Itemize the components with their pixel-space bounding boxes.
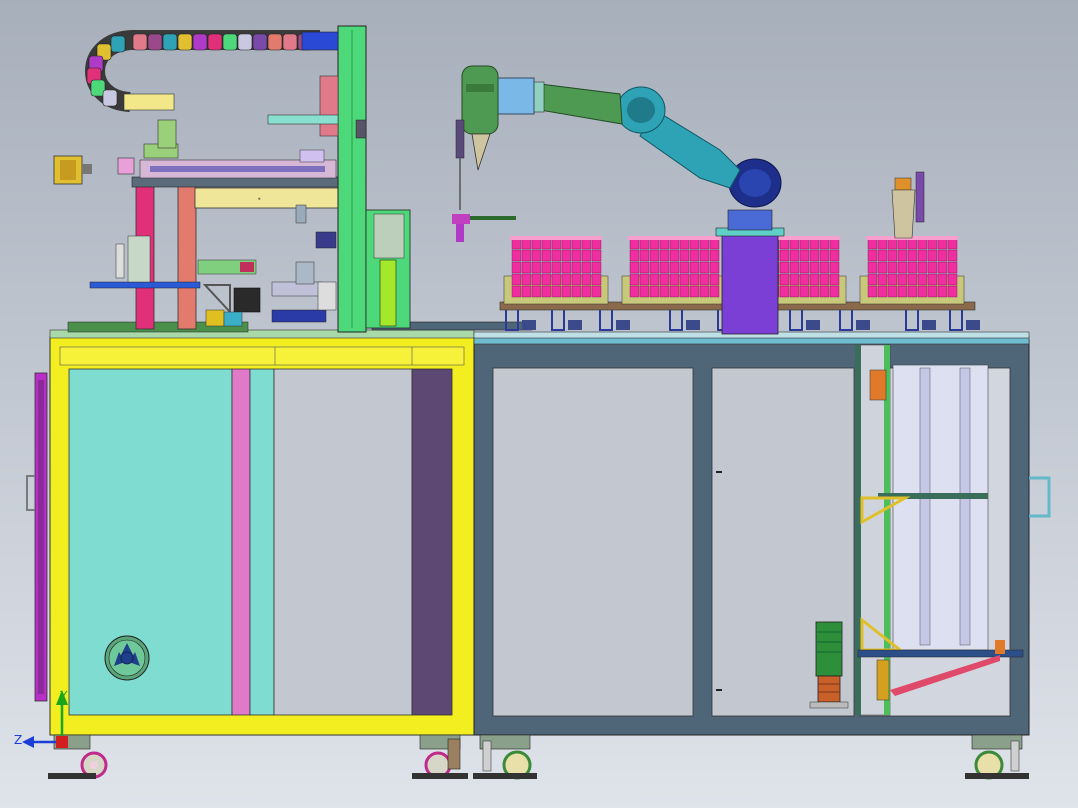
left-dark-panel (411, 368, 453, 716)
cad-viewport[interactable]: ⊕ Y Z (0, 0, 1078, 808)
cable-chain-link (267, 33, 283, 51)
cell-tray (503, 236, 609, 305)
cable-chain-link (147, 33, 163, 51)
left-pink-strip (231, 368, 251, 716)
cable-chain-link (162, 33, 178, 51)
left-aqua-strip (249, 368, 275, 716)
cable-chain-link (102, 89, 118, 107)
left-gray-panel (273, 368, 413, 716)
triad-z-label: Z (14, 733, 22, 747)
gantry-crossbeam (194, 187, 339, 209)
robot-wrist (461, 65, 499, 135)
cable-chain-link (177, 33, 193, 51)
cell-tray (859, 236, 965, 305)
right-panel-1 (492, 367, 694, 717)
left-aqua-panel (68, 368, 233, 716)
cable-chain-link (132, 33, 148, 51)
cable-chain-link (192, 33, 208, 51)
cooling-fan-icon (104, 635, 150, 681)
cable-chain-link (207, 33, 223, 51)
cable-chain-link (282, 33, 298, 51)
triad-origin (56, 736, 68, 748)
cable-chain-link (222, 33, 238, 51)
cable-chain-link (237, 33, 253, 51)
gantry-column-salmon (177, 183, 197, 330)
cable-chain-link (110, 35, 126, 53)
cable-chain-link (252, 33, 268, 51)
triad-y-label: Y (59, 689, 68, 703)
cell-tray (621, 236, 727, 305)
left-cabinet (26, 336, 475, 736)
left-cabinet-topbar (59, 346, 465, 366)
robot-pedestal (721, 229, 779, 335)
assembly-drawing: ⊕ Y Z (0, 0, 1078, 808)
